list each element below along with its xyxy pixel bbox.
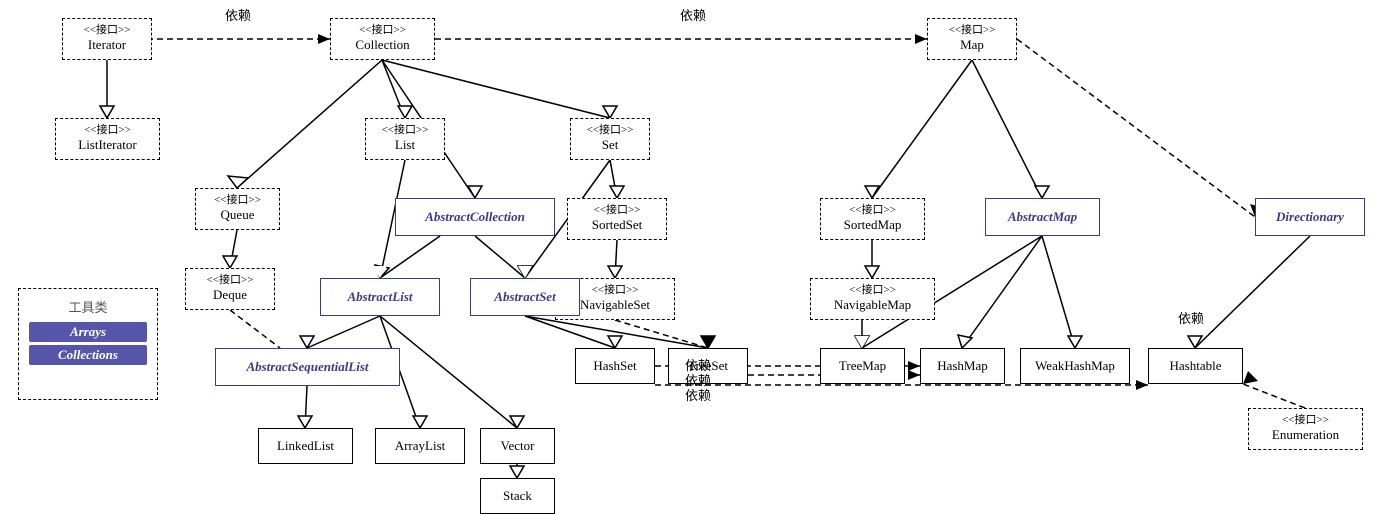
- label-hashtable: Hashtable: [1170, 358, 1222, 374]
- toolbox: 工具类 Arrays Collections: [18, 288, 158, 400]
- dep-label-1: 依赖: [225, 5, 251, 24]
- toolbox-label: 工具类: [29, 297, 147, 316]
- uml-diagram: <<接口>> Iterator <<接口>> ListIterator <<接口…: [0, 0, 1381, 514]
- node-enumeration: <<接口>> Enumeration: [1248, 408, 1363, 450]
- label-directionary: Directionary: [1276, 209, 1344, 225]
- diagram-lines: [0, 0, 1381, 514]
- label-listiterator: ListIterator: [78, 137, 136, 152]
- node-directionary: Directionary: [1255, 198, 1365, 236]
- node-map: <<接口>> Map: [927, 18, 1017, 60]
- label-sortedmap: SortedMap: [844, 217, 902, 232]
- label-treemap: TreeMap: [839, 358, 886, 374]
- node-stack: Stack: [480, 478, 555, 514]
- stereotype-map: <<接口>>: [934, 21, 1010, 37]
- stereotype-listiterator: <<接口>>: [62, 121, 153, 137]
- stereotype-sortedset: <<接口>>: [574, 201, 660, 217]
- node-hashset: HashSet: [575, 348, 655, 384]
- stereotype-collection: <<接口>>: [337, 21, 428, 37]
- label-abstractmap: AbstractMap: [1008, 209, 1077, 225]
- node-sortedset: <<接口>> SortedSet: [567, 198, 667, 240]
- label-navigablemap: NavigableMap: [834, 297, 911, 312]
- dep-label-2: 依赖: [680, 5, 706, 24]
- label-list: List: [395, 137, 415, 152]
- node-hashtable: Hashtable: [1148, 348, 1243, 384]
- label-hashset: HashSet: [593, 358, 636, 374]
- node-abstractset: AbstractSet: [470, 278, 580, 316]
- label-linkedlist: LinkedList: [277, 438, 334, 454]
- label-map: Map: [960, 37, 984, 52]
- label-arraylist: ArrayList: [395, 438, 446, 454]
- node-list: <<接口>> List: [365, 118, 445, 160]
- stereotype-queue: <<接口>>: [202, 191, 273, 207]
- label-iterator: Iterator: [88, 37, 126, 52]
- node-collection: <<接口>> Collection: [330, 18, 435, 60]
- node-queue: <<接口>> Queue: [195, 188, 280, 230]
- node-weakhashmap: WeakHashMap: [1020, 348, 1130, 384]
- stereotype-navigablemap: <<接口>>: [817, 281, 928, 297]
- label-abstractlist: AbstractList: [347, 289, 412, 305]
- label-abstractsequentiallist: AbstractSequentialList: [246, 359, 368, 375]
- label-weakhashmap: WeakHashMap: [1035, 358, 1115, 374]
- label-navigableset: NavigableSet: [580, 297, 650, 312]
- node-abstractsequentiallist: AbstractSequentialList: [215, 348, 400, 386]
- label-enumeration: Enumeration: [1272, 427, 1339, 442]
- node-sortedmap: <<接口>> SortedMap: [820, 198, 925, 240]
- label-vector: Vector: [501, 438, 535, 454]
- node-abstractmap: AbstractMap: [985, 198, 1100, 236]
- stereotype-list: <<接口>>: [372, 121, 438, 137]
- node-set: <<接口>> Set: [570, 118, 650, 160]
- node-vector: Vector: [480, 428, 555, 464]
- node-deque: <<接口>> Deque: [185, 268, 275, 310]
- label-stack: Stack: [503, 488, 532, 504]
- toolbox-arrays: Arrays: [29, 322, 147, 342]
- node-listiterator: <<接口>> ListIterator: [55, 118, 160, 160]
- label-sortedset: SortedSet: [592, 217, 643, 232]
- dep-label-6: 依赖: [1178, 308, 1204, 327]
- node-navigablemap: <<接口>> NavigableMap: [810, 278, 935, 320]
- toolbox-collections: Collections: [29, 345, 147, 365]
- label-hashmap: HashMap: [937, 358, 988, 374]
- label-collection: Collection: [355, 37, 409, 52]
- dep-label-5: 依赖: [685, 385, 711, 404]
- node-linkedlist: LinkedList: [258, 428, 353, 464]
- node-iterator: <<接口>> Iterator: [62, 18, 152, 60]
- stereotype-sortedmap: <<接口>>: [827, 201, 918, 217]
- stereotype-deque: <<接口>>: [192, 271, 268, 287]
- node-abstractlist: AbstractList: [320, 278, 440, 316]
- node-hashmap: HashMap: [920, 348, 1005, 384]
- label-deque: Deque: [213, 287, 247, 302]
- node-abstractcollection: AbstractCollection: [395, 198, 555, 236]
- label-abstractset: AbstractSet: [494, 289, 555, 305]
- node-arraylist: ArrayList: [375, 428, 465, 464]
- node-treemap: TreeMap: [820, 348, 905, 384]
- label-queue: Queue: [221, 207, 255, 222]
- label-abstractcollection: AbstractCollection: [425, 209, 525, 225]
- stereotype-iterator: <<接口>>: [69, 21, 145, 37]
- label-set: Set: [602, 137, 619, 152]
- stereotype-set: <<接口>>: [577, 121, 643, 137]
- stereotype-enumeration: <<接口>>: [1255, 411, 1356, 427]
